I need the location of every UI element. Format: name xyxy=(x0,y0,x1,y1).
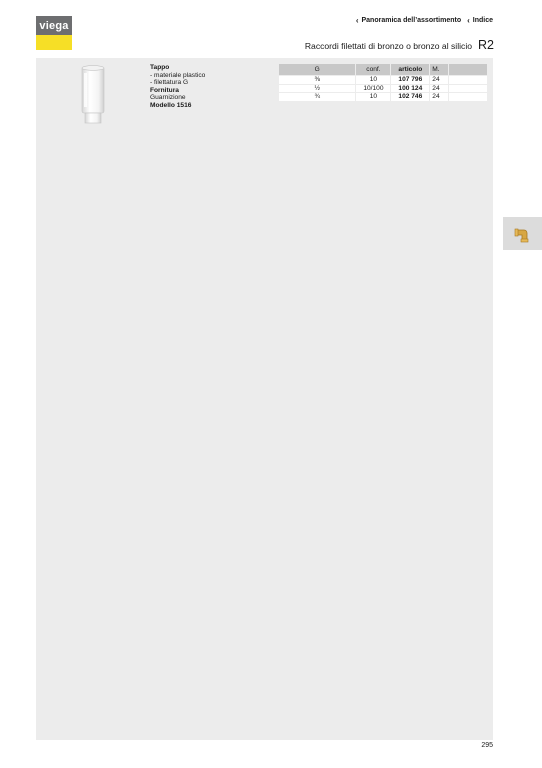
col-header-m: M. xyxy=(430,64,450,75)
index-link[interactable]: ‹ Indice xyxy=(467,16,493,25)
section-code: R2 xyxy=(478,38,494,52)
index-link-label: Indice xyxy=(472,17,493,24)
cell-m: 24 xyxy=(430,92,450,101)
article-table: G conf. articolo M. ⅜ 10 107 796 24 ½ 10… xyxy=(279,64,488,101)
plastic-plug-image xyxy=(81,65,105,124)
cell-g: ¾ xyxy=(279,92,357,101)
cell-empty xyxy=(449,83,488,93)
overview-link-label: Panoramica dell’assortimento xyxy=(361,17,462,24)
page-number: 295 xyxy=(481,742,493,749)
table-row: ⅜ 10 107 796 24 xyxy=(279,75,488,84)
cell-conf: 10 xyxy=(356,92,392,101)
product-name: Tappo xyxy=(150,64,170,71)
cell-m: 24 xyxy=(430,83,450,93)
col-header-g: G xyxy=(279,64,357,75)
feature-item: - materiale plastico xyxy=(150,71,206,79)
cell-articolo: 100 124 xyxy=(391,83,431,93)
supply-heading: Fornitura xyxy=(150,86,179,94)
cell-g: ⅜ xyxy=(279,75,357,84)
cell-g: ½ xyxy=(279,83,357,93)
section-subtitle: Raccordi filettati di bronzo o bronzo al… xyxy=(304,41,473,51)
cell-articolo: 102 746 xyxy=(391,92,431,101)
chevron-left-icon: ‹ xyxy=(467,16,470,25)
product-model: Modello 1516 xyxy=(150,101,192,109)
brass-fitting-icon xyxy=(514,228,528,242)
cell-empty xyxy=(449,92,488,101)
supply-item: Guarnizione xyxy=(150,94,186,102)
feature-item: - filettatura G xyxy=(150,79,189,87)
product-description: Tappo - materiale plastico - filettatura… xyxy=(150,64,205,110)
top-navigation: ‹ Panoramica dell’assortimento ‹ Indice xyxy=(356,16,493,25)
side-category-tab[interactable] xyxy=(503,217,542,250)
table-header-row: G conf. articolo M. xyxy=(279,64,488,75)
table-row: ½ 10/100 100 124 24 xyxy=(279,83,488,93)
cell-articolo: 107 796 xyxy=(391,75,431,84)
cell-conf: 10/100 xyxy=(356,83,392,93)
overview-link[interactable]: ‹ Panoramica dell’assortimento xyxy=(356,16,461,25)
table-row: ¾ 10 102 746 24 xyxy=(279,92,488,101)
col-header-empty xyxy=(449,64,488,75)
logo-text: viega xyxy=(39,19,69,32)
logo-gray-band: viega xyxy=(36,16,72,35)
cell-m: 24 xyxy=(430,75,450,84)
viega-logo: viega xyxy=(36,16,72,50)
chevron-left-icon: ‹ xyxy=(355,16,359,25)
cell-conf: 10 xyxy=(356,75,392,84)
section-header: Raccordi filettati di bronzo o bronzo al… xyxy=(305,38,494,52)
cell-empty xyxy=(449,75,488,84)
content-panel xyxy=(36,58,493,740)
col-header-conf: conf. xyxy=(356,64,392,75)
col-header-articolo: articolo xyxy=(391,64,431,75)
